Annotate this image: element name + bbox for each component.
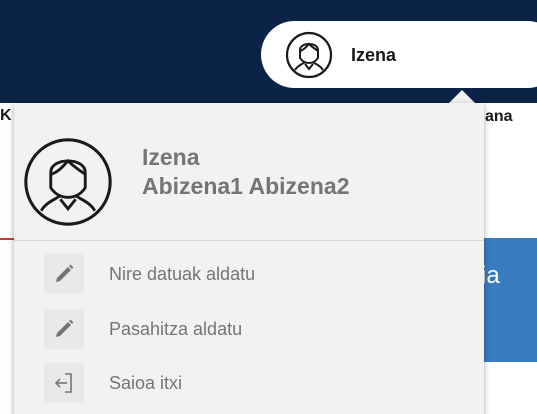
app-stage: Izena K ana ria Izena Abizena1 Abizena2 — [0, 0, 537, 414]
active-indicator — [0, 238, 14, 240]
menu-item-label: Pasahitza aldatu — [109, 319, 243, 339]
profile-avatar-icon — [22, 136, 114, 228]
menu-item-edit-profile[interactable]: Nire datuak aldatu — [14, 248, 484, 302]
user-menu-button[interactable]: Izena — [261, 21, 537, 88]
logout-icon — [44, 363, 84, 403]
menu-item-logout[interactable]: Saioa itxi — [14, 357, 484, 411]
profile-first-name: Izena — [142, 144, 200, 170]
nav-item-left[interactable]: K — [0, 107, 12, 125]
user-avatar-icon — [285, 31, 333, 79]
menu-item-label: Saioa itxi — [109, 373, 183, 393]
user-name-label: Izena — [351, 45, 397, 65]
profile-surnames: Abizena1 Abizena2 — [142, 173, 350, 199]
dropdown-caret — [449, 90, 475, 103]
menu-item-change-password[interactable]: Pasahitza aldatu — [14, 303, 484, 357]
nav-item-right[interactable]: ana — [485, 108, 513, 126]
user-dropdown-menu: Izena Abizena1 Abizena2 Nire datuak alda… — [14, 103, 484, 414]
menu-item-label: Nire datuak aldatu — [109, 264, 256, 284]
pencil-icon — [44, 254, 84, 294]
pencil-icon — [44, 309, 84, 349]
profile-header: Izena Abizena1 Abizena2 — [14, 103, 484, 240]
menu-divider — [14, 240, 484, 241]
